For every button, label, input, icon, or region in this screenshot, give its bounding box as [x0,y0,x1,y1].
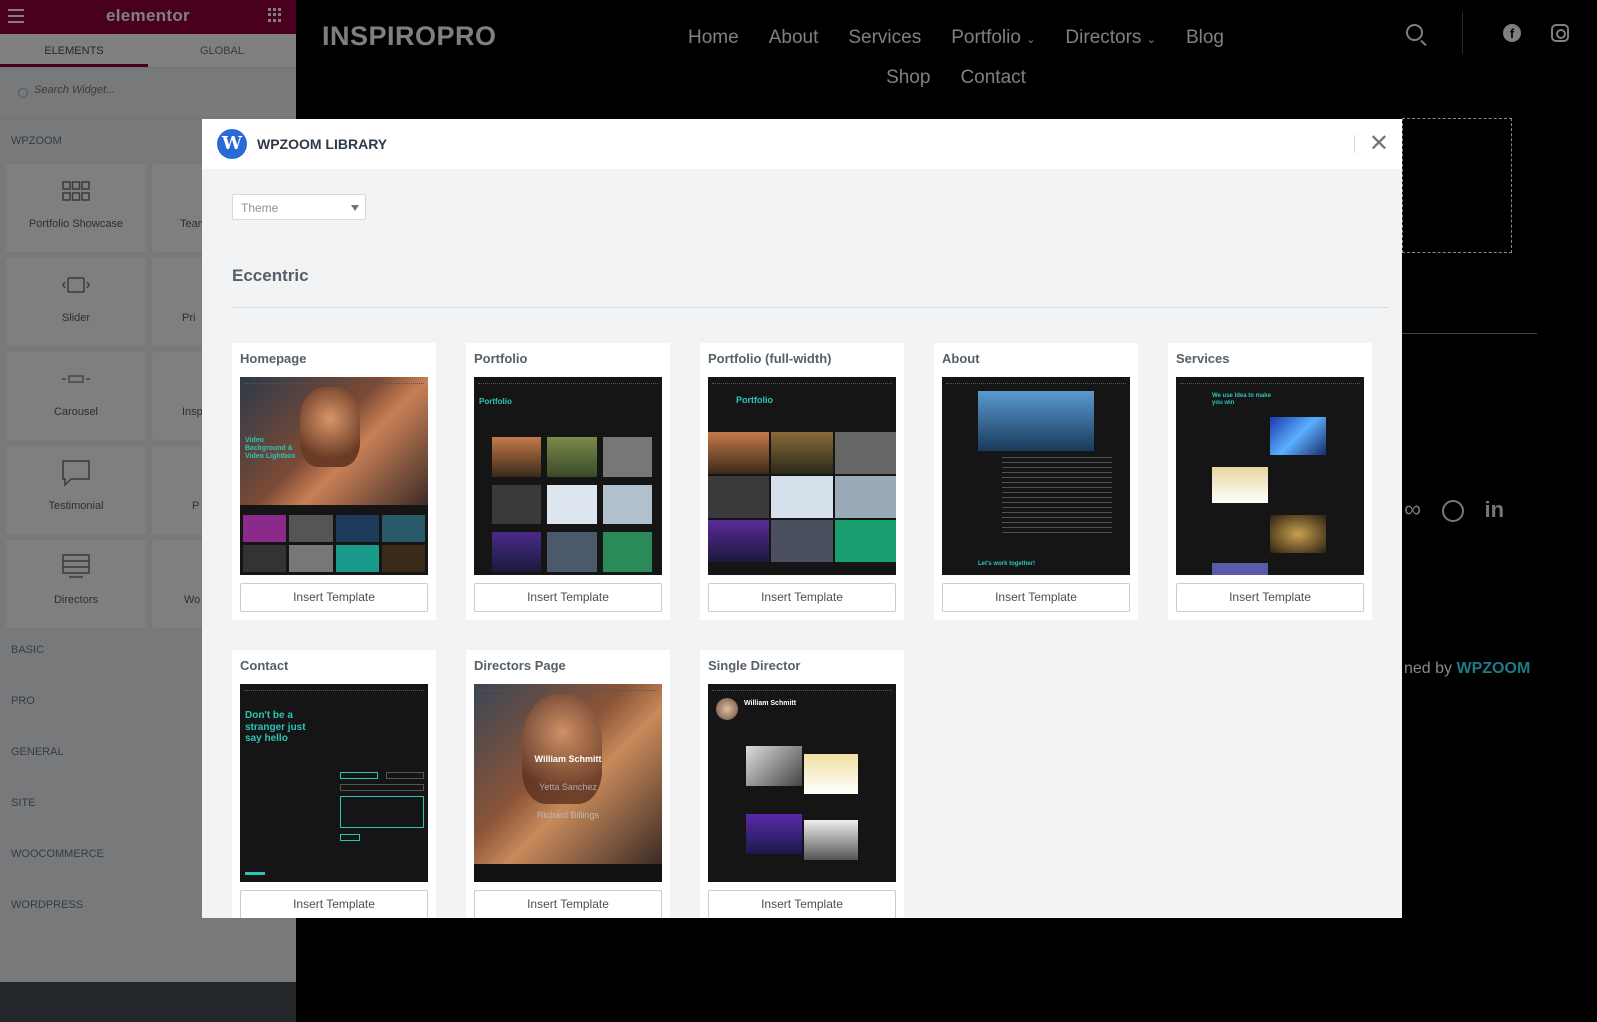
insert-template-button[interactable]: Insert Template [942,583,1130,612]
hero-text: Video Background & Video Lightbox [245,437,296,461]
project-image [804,754,858,794]
template-card: Portfolio (full-width) Portfolio Insert … [700,343,904,620]
portfolio-grid [492,437,652,572]
service-image [1212,467,1268,503]
thumb-nav [712,688,892,691]
template-title: Contact [240,658,289,673]
template-card: Single Director William Schmitt Insert T… [700,650,904,918]
template-preview[interactable]: William Schmitt Yetta Sanchez Richard Bi… [474,684,662,882]
template-card: Homepage Video Background & Video Lightbox… [232,343,436,620]
template-title: Directors Page [474,658,566,673]
director-name: Yetta Sanchez [539,782,597,792]
insert-template-button[interactable]: Insert Template [1176,583,1364,612]
template-title: Single Director [708,658,801,673]
template-title: Portfolio (full-width) [708,351,832,366]
service-image [1270,417,1326,455]
select-value: Theme [241,201,279,215]
wpzoom-library-modal: W WPZOOM LIBRARY ✕ Theme Eccentric Homep… [202,119,1402,918]
theme-filter-select[interactable]: Theme [232,194,366,220]
project-image [804,820,858,860]
template-preview[interactable]: William Schmitt [708,684,896,882]
modal-header: W WPZOOM LIBRARY ✕ [202,119,1402,169]
portfolio-fullwidth-grid [708,432,896,562]
form-field [386,772,424,779]
thumb-nav [946,381,1126,384]
insert-template-button[interactable]: Insert Template [474,583,662,612]
service-image [1212,563,1268,575]
team-image [978,391,1094,451]
form-field [340,772,378,779]
template-preview[interactable]: Portfolio [474,377,662,575]
template-preview[interactable]: Let's work together! [942,377,1130,575]
footer-logo [245,872,265,875]
wpzoom-logo-icon: W [217,129,247,159]
section-title: Eccentric [232,266,309,285]
thumb-cta: Let's work together! [978,561,1036,567]
thumb-nav [478,381,658,384]
thumb-heading: We use Idea to make you win [1212,393,1271,406]
form-textarea [340,796,424,828]
thumb-nav [244,381,424,384]
director-name: William Schmitt [534,754,602,764]
infinity-icon[interactable]: ∞ [1404,496,1421,523]
dribbble-icon[interactable] [1441,499,1464,522]
thumb-nav [244,688,424,691]
portrait-image [300,387,360,467]
insert-template-button[interactable]: Insert Template [708,583,896,612]
thumb-heading: Portfolio [736,395,773,405]
template-card: About Let's work together! Insert Templa… [934,343,1138,620]
social-icons: ∞ in [1404,496,1504,524]
close-icon[interactable]: ✕ [1369,129,1389,158]
form-field [340,784,424,791]
gallery-grid [240,505,428,575]
form-button [340,834,360,841]
project-image [746,746,802,786]
template-preview[interactable]: Portfolio [708,377,896,575]
director-name: William Schmitt [744,700,797,707]
template-preview[interactable]: Don't be a stranger just say hello [240,684,428,882]
template-card: Directors Page William Schmitt Yetta San… [466,650,670,918]
template-preview[interactable]: We use Idea to make you win [1176,377,1364,575]
site-rule [1402,333,1537,334]
project-image [746,814,802,854]
template-title: Services [1176,351,1230,366]
credits-text: ned by WPZOOM [1404,660,1530,678]
widget-placeholder [1402,118,1512,253]
template-title: Portfolio [474,351,528,366]
template-title: Homepage [240,351,307,366]
template-card: Contact Don't be a stranger just say hel… [232,650,436,918]
insert-template-button[interactable]: Insert Template [240,890,428,918]
credits-prefix: ned by [1404,660,1453,677]
thumb-heading: Portfolio [479,397,512,406]
section-divider [232,307,1388,308]
insert-template-button[interactable]: Insert Template [708,890,896,918]
template-card: Services We use Idea to make you win Ins… [1168,343,1372,620]
thumb-nav [712,381,892,384]
thumb-nav [1180,381,1360,384]
thumb-footer [474,864,662,882]
template-grid: Homepage Video Background & Video Lightbox… [232,343,1372,918]
header-separator [1354,135,1355,153]
thumb-nav [478,688,658,691]
avatar [716,698,738,720]
service-image [1270,515,1326,553]
template-preview[interactable]: Video Background & Video Lightbox [240,377,428,575]
thumb-heading: Don't be a stranger just say hello [245,710,306,744]
modal-title: WPZOOM LIBRARY [257,136,388,152]
linkedin-icon[interactable]: in [1484,497,1504,522]
director-name: Richard Billings [536,810,600,820]
caret-down-icon [351,205,359,211]
insert-template-button[interactable]: Insert Template [474,890,662,918]
wpzoom-link[interactable]: WPZOOM [1457,660,1531,677]
text-lines [1002,457,1112,537]
template-title: About [942,351,980,366]
template-card: Portfolio Portfolio Insert Template [466,343,670,620]
insert-template-button[interactable]: Insert Template [240,583,428,612]
